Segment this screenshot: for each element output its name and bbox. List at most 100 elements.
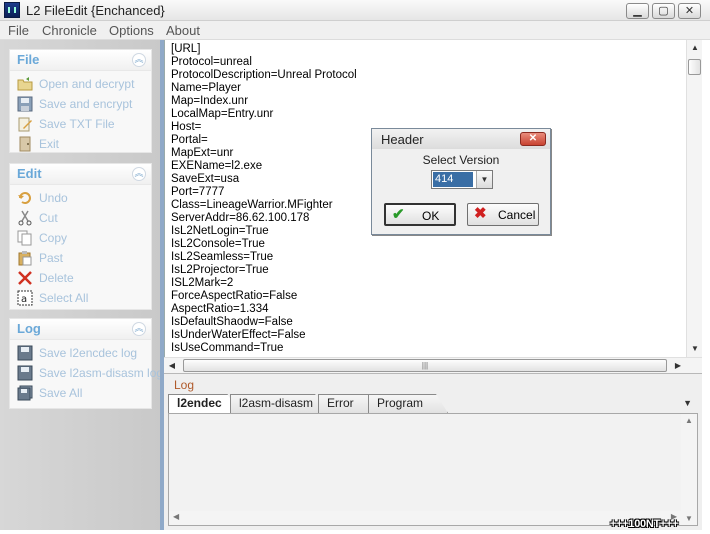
version-select-value: 414 xyxy=(433,172,473,187)
minimize-button[interactable]: ▁ xyxy=(626,3,649,19)
paste-label: Past xyxy=(39,251,64,265)
editor-vertical-scrollbar[interactable]: ▲ ▼ xyxy=(686,40,702,357)
copy-label: Copy xyxy=(39,231,68,245)
close-icon: ✕ xyxy=(528,133,538,144)
editor-line: ProtocolDescription=Unreal Protocol xyxy=(171,69,357,81)
editor-line: IsUnderWaterEffect=False xyxy=(171,329,306,341)
save-all-icon xyxy=(17,385,33,401)
collapse-icon[interactable]: ︽ xyxy=(132,322,146,336)
watermark-text: +++100NT+++ xyxy=(610,518,679,530)
floppy-icon xyxy=(17,365,33,381)
editor-line: SaveExt=usa xyxy=(171,173,240,185)
paste-icon xyxy=(18,251,32,266)
collapse-icon[interactable]: ︽ xyxy=(132,167,146,181)
select-version-label: Select Version xyxy=(422,153,500,167)
editor-line: LocalMap=Entry.unr xyxy=(171,108,274,120)
log-panel-title: Log xyxy=(174,378,195,392)
tab-l2endec[interactable]: l2endec xyxy=(168,394,238,413)
editor-line: ISL2Mark=2 xyxy=(171,277,234,289)
editor-line: ForceAspectRatio=False xyxy=(171,290,298,302)
dialog-title: Header xyxy=(381,132,424,147)
tab-program[interactable]: Program xyxy=(368,394,448,413)
cancel-button[interactable]: ✖ Cancel xyxy=(467,203,539,226)
scroll-down-icon[interactable]: ▼ xyxy=(687,341,703,357)
floppy-icon xyxy=(17,345,33,361)
app-icon xyxy=(4,2,20,18)
scroll-left-icon[interactable]: ◀ xyxy=(173,512,179,521)
exit-label: Exit xyxy=(39,137,60,151)
copy-icon xyxy=(17,230,32,246)
editor-line: MapExt=unr xyxy=(171,147,234,159)
tab-label: Program xyxy=(377,396,424,410)
header-dialog: Header ✕ Select Version 414 ▼ ✔ OK ✖ Can… xyxy=(371,128,551,235)
version-select[interactable]: 414 ▼ xyxy=(431,170,493,189)
log-group-title: Log xyxy=(17,321,41,336)
log-panel: Log l2endec l2asm-disasm Error Program ▼… xyxy=(164,373,702,530)
menu-about[interactable]: About xyxy=(166,23,200,38)
editor-line: Name=Player xyxy=(171,82,241,94)
file-group-header[interactable]: File ︽ xyxy=(10,50,151,71)
tab-label: l2endec xyxy=(177,396,222,410)
log-group: Log ︽ Save l2encdec log Save l2asm-disas… xyxy=(9,318,163,409)
open-and-decrypt-label: Open and decrypt xyxy=(39,77,135,91)
scroll-left-icon[interactable]: ◀ xyxy=(164,358,180,374)
chevron-down-icon[interactable]: ▼ xyxy=(476,171,492,188)
title-bar: L2 FileEdit {Enchanced} ▁ ▢ ✕ xyxy=(0,0,710,21)
menu-options[interactable]: Options xyxy=(109,23,154,38)
save-txt-file-label: Save TXT File xyxy=(39,117,115,131)
log-horizontal-scrollbar[interactable]: ◀ ▶ xyxy=(169,511,681,525)
window-title: L2 FileEdit {Enchanced} xyxy=(26,3,165,18)
floppy-icon xyxy=(17,96,33,112)
chevron-down-icon[interactable]: ▼ xyxy=(683,398,692,408)
editor-line: EXEName=l2.exe xyxy=(171,160,263,172)
file-group-title: File xyxy=(17,52,40,67)
delete-label: Delete xyxy=(39,271,74,285)
editor-line: IsDefaultShaodw=False xyxy=(171,316,293,328)
editor-line: [URL] xyxy=(171,43,201,55)
scroll-down-icon[interactable]: ▼ xyxy=(681,514,697,523)
ok-button[interactable]: ✔ OK xyxy=(384,203,456,226)
editor-line: AspectRatio=1.334 xyxy=(171,303,269,315)
tab-l2asm-disasm[interactable]: l2asm-disasm xyxy=(230,394,330,413)
scroll-up-icon[interactable]: ▲ xyxy=(687,40,703,56)
editor-line: Portal= xyxy=(171,134,208,146)
exit-icon xyxy=(19,136,31,152)
menu-chronicle[interactable]: Chronicle xyxy=(42,23,97,38)
dialog-close-button[interactable]: ✕ xyxy=(520,132,546,146)
maximize-button[interactable]: ▢ xyxy=(652,3,675,19)
editor-line: IsL2NetLogin=True xyxy=(171,225,269,237)
collapse-icon[interactable]: ︽ xyxy=(132,53,146,67)
editor-content: [URL] Protocol=unreal ProtocolDescriptio… xyxy=(171,43,357,355)
editor-line: ServerAddr=86.62.100.178 xyxy=(171,212,310,224)
scrollbar-thumb[interactable]: ||| xyxy=(183,359,667,372)
log-output[interactable]: ▲ ▼ ◀ ▶ xyxy=(168,413,698,526)
scroll-up-icon[interactable]: ▲ xyxy=(681,416,697,425)
edit-text-icon xyxy=(18,117,32,132)
cut-label: Cut xyxy=(39,211,58,225)
dialog-title-bar[interactable]: Header ✕ xyxy=(372,129,550,149)
menu-file[interactable]: File xyxy=(8,23,29,38)
minimize-icon: ▁ xyxy=(633,5,642,17)
save-all-label: Save All xyxy=(39,386,83,400)
edit-group-header[interactable]: Edit ︽ xyxy=(10,164,151,185)
svg-text:a: a xyxy=(21,294,27,305)
select-all-icon: a xyxy=(17,290,33,306)
editor-line: IsL2Projector=True xyxy=(171,264,269,276)
cross-icon: ✖ xyxy=(474,205,487,222)
menu-bar: File Chronicle Options About xyxy=(0,21,710,40)
scroll-right-icon[interactable]: ▶ xyxy=(670,358,686,374)
cancel-label: Cancel xyxy=(498,208,536,222)
file-group: File ︽ Open and decrypt Save and encrypt… xyxy=(9,49,152,153)
scrollbar-thumb[interactable] xyxy=(688,59,701,75)
editor-line: Class=LineageWarrior.MFighter xyxy=(171,199,333,211)
editor-line: Host= xyxy=(171,121,202,133)
editor-horizontal-scrollbar[interactable]: ◀ ||| ▶ xyxy=(164,357,702,373)
undo-label: Undo xyxy=(39,191,68,205)
scissors-icon xyxy=(18,210,32,226)
log-vertical-scrollbar[interactable]: ▲ ▼ xyxy=(681,414,697,525)
close-button[interactable]: ✕ xyxy=(678,3,701,19)
save-and-encrypt-label: Save and encrypt xyxy=(39,97,133,111)
editor-line: IsL2Console=True xyxy=(171,238,265,250)
save-l2asm-disasm-log-label: Save l2asm-disasm log xyxy=(39,366,164,380)
log-group-header[interactable]: Log ︽ xyxy=(10,319,151,340)
